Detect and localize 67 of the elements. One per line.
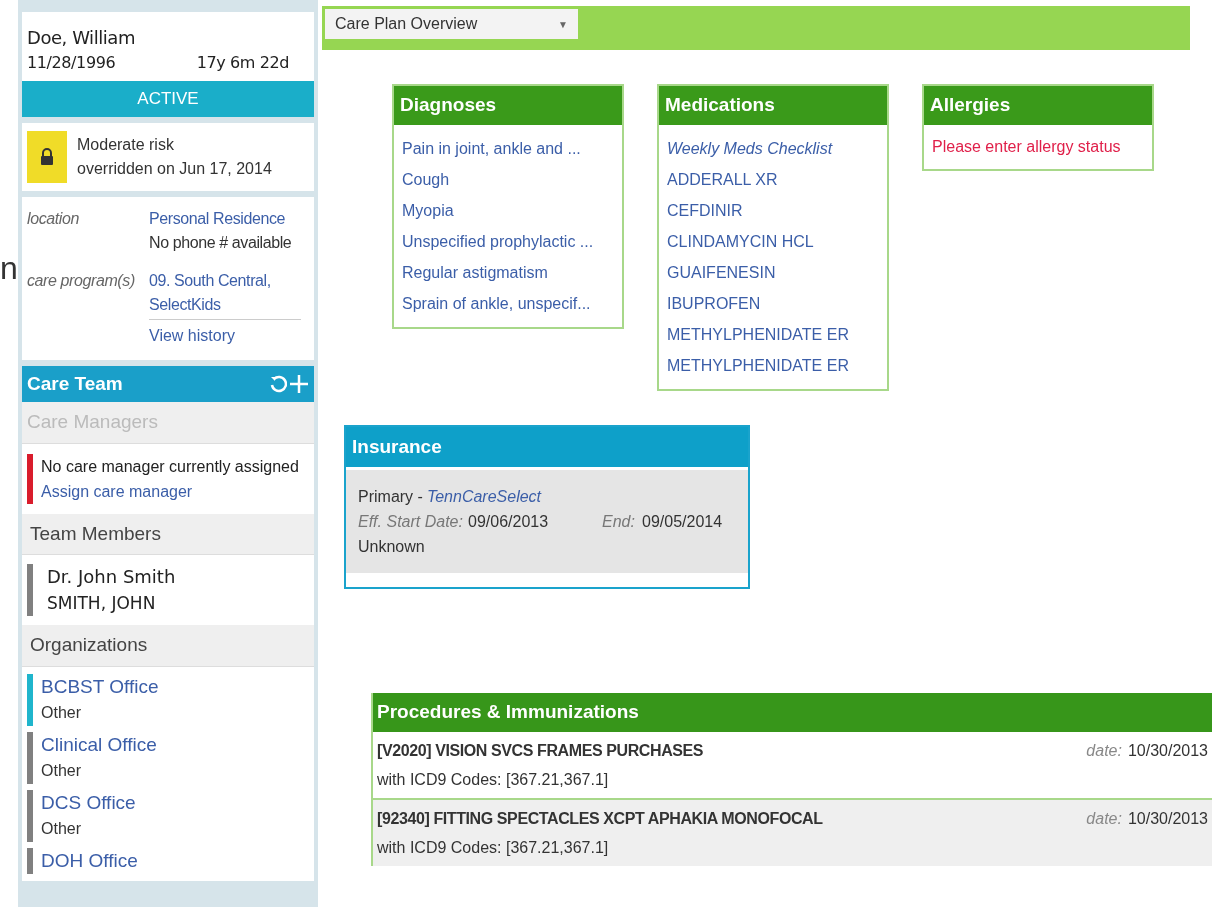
date-label: date: (1086, 808, 1122, 829)
dropdown-caret-icon: ▼ (558, 16, 568, 32)
detail-label: location (27, 208, 80, 229)
diagnosis-link[interactable]: Pain in joint, ankle and ... (402, 132, 614, 164)
card-title: Insurance (346, 426, 748, 467)
cut-off-text: n (0, 252, 18, 284)
detail-link[interactable]: 09. South Central, SelectKids (149, 268, 309, 317)
lock-icon (27, 130, 67, 183)
organization-link[interactable]: DOH Office (41, 847, 138, 874)
organization-link[interactable]: Clinical Office (41, 731, 157, 758)
member-name: Dr. John Smith (46, 565, 176, 589)
procedure-date: 10/30/2013 (1127, 740, 1208, 761)
medication-link[interactable]: GUAIFENESIN (667, 256, 879, 288)
patient-age: 17y 6m 22d (196, 52, 289, 74)
insurance-type: Primary - (358, 487, 423, 507)
procedure-name: [V2020] VISION SVCS FRAMES PURCHASES (377, 740, 704, 761)
section-heading: Organizations (22, 625, 314, 667)
date-label: date: (1086, 740, 1122, 761)
diagnosis-link[interactable]: Sprain of ankle, unspecif... (402, 287, 614, 319)
icd-codes: with ICD9 Codes: [367.21,367.1] (377, 837, 610, 858)
diagnosis-link[interactable]: Regular astigmatism (402, 256, 614, 288)
detail-label: care program(s) (27, 270, 136, 291)
card-title: Allergies (924, 86, 1152, 125)
diagnosis-link[interactable]: Cough (402, 163, 614, 195)
organization-type: Other (41, 818, 82, 839)
medication-link[interactable]: METHYLPHENIDATE ER (667, 318, 879, 350)
start-date: 09/06/2013 (468, 512, 550, 532)
medication-link[interactable]: CEFDINIR (667, 194, 879, 226)
risk-level: Moderate risk (77, 134, 175, 155)
status-banner: ACTIVE (22, 81, 314, 117)
organization-type: Other (41, 760, 82, 781)
assign-link[interactable]: Assign care manager (41, 478, 299, 504)
view-select[interactable]: Care Plan Overview ▼ (325, 9, 578, 39)
diagnosis-link[interactable]: Myopia (402, 194, 614, 226)
panel-title: Care Team (27, 371, 123, 396)
risk-note: overridden on Jun 17, 2014 (77, 158, 272, 179)
medication-link[interactable]: METHYLPHENIDATE ER (667, 349, 879, 381)
refresh-icon[interactable] (269, 374, 287, 393)
plan-link[interactable]: TennCareSelect (426, 484, 542, 509)
procedure-date: 10/30/2013 (1127, 808, 1208, 829)
end-label: End: (602, 512, 636, 532)
patient-name: Doe, William (27, 26, 136, 50)
allergy-warning: Please enter allergy status (932, 137, 1121, 155)
end-date: 09/05/2014 (642, 512, 723, 532)
add-icon[interactable] (289, 373, 309, 394)
medication-link[interactable]: IBUPROFEN (667, 287, 879, 319)
diagnosis-link[interactable]: Unspecified prophylactic ... (402, 225, 614, 257)
detail-value: No phone # available (149, 232, 293, 253)
medication-link[interactable]: CLINDAMYCIN HCL (667, 225, 879, 257)
section-heading: Team Members (22, 513, 314, 555)
checklist-link[interactable]: Weekly Meds Checklist (667, 132, 879, 164)
organization-link[interactable]: DCS Office (41, 789, 136, 816)
detail-link[interactable]: Personal Residence (149, 206, 309, 231)
start-label: Eff. Start Date: (358, 512, 464, 532)
view-history-link[interactable]: View history (149, 318, 301, 348)
birth-date: 11/28/1996 (27, 52, 116, 74)
medication-link[interactable]: ADDERALL XR (667, 163, 879, 195)
card-title: Diagnoses (394, 86, 622, 125)
organization-type: Other (41, 702, 82, 723)
card-title: Medications (659, 86, 887, 125)
procedure-name: [92340] FITTING SPECTACLES XCPT APHAKIA MONOFOCAL (377, 808, 823, 829)
organization-link[interactable]: BCBST Office (41, 673, 159, 700)
card-title: Procedures & Immunizations (373, 693, 1212, 732)
insurance-status: Unknown (358, 537, 426, 557)
member-id: SMITH, JOHN (46, 592, 157, 615)
icd-codes: with ICD9 Codes: [367.21,367.1] (377, 769, 610, 790)
care-manager-message: No care manager currently assigned (41, 456, 299, 477)
